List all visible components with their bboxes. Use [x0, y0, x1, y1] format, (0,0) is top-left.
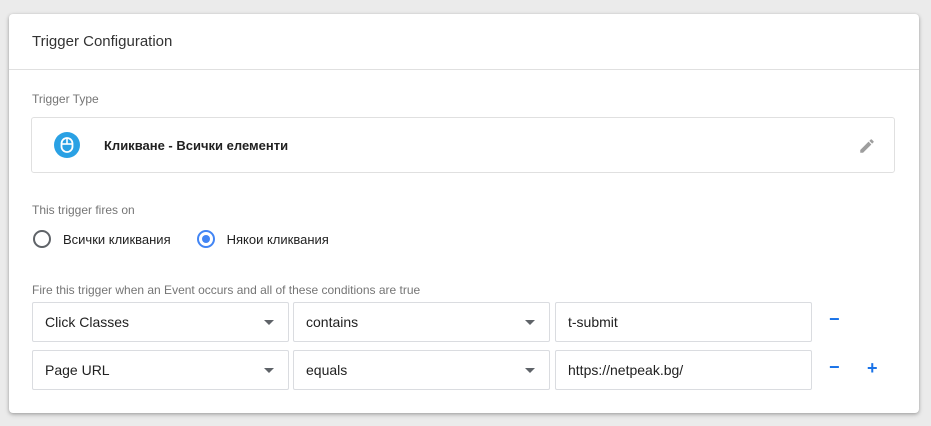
- fires-on-label: This trigger fires on: [32, 203, 135, 217]
- select-value: Click Classes: [45, 314, 130, 330]
- input-value: t-submit: [568, 314, 618, 330]
- radio-button[interactable]: [33, 230, 51, 248]
- mouse-icon: [54, 132, 80, 158]
- condition-value-input[interactable]: https://netpeak.bg/: [555, 350, 812, 390]
- pencil-icon[interactable]: [856, 135, 878, 157]
- radio-label: Някои кликвания: [226, 231, 329, 247]
- card-title: Trigger Configuration: [9, 14, 919, 70]
- chevron-down-icon: [525, 368, 535, 373]
- select-value: contains: [306, 314, 359, 330]
- radio-all-clicks[interactable]: Всички кликвания: [33, 230, 171, 248]
- condition-variable-select[interactable]: Click Classes: [32, 302, 289, 342]
- condition-variable-select[interactable]: Page URL: [32, 350, 289, 390]
- input-value: https://netpeak.bg/: [568, 362, 684, 378]
- fires-on-radio-group: Всички кликвания Някои кликвания: [33, 230, 329, 248]
- radio-label: Всички кликвания: [63, 231, 171, 247]
- trigger-type-label: Trigger Type: [32, 92, 99, 106]
- select-value: Page URL: [45, 362, 110, 378]
- conditions-label: Fire this trigger when an Event occurs a…: [32, 283, 421, 297]
- trigger-configuration-card: Trigger Configuration Trigger Type Кликв…: [9, 14, 919, 413]
- remove-condition-button[interactable]: −: [829, 358, 840, 376]
- radio-button[interactable]: [196, 230, 215, 248]
- chevron-down-icon: [264, 320, 274, 325]
- condition-value-input[interactable]: t-submit: [555, 302, 812, 342]
- trigger-type-selector[interactable]: Кликване - Всички елементи: [31, 117, 895, 173]
- condition-operator-select[interactable]: equals: [293, 350, 550, 390]
- condition-operator-select[interactable]: contains: [293, 302, 550, 342]
- chevron-down-icon: [264, 368, 274, 373]
- trigger-type-name: Кликване - Всички елементи: [104, 137, 289, 153]
- radio-some-clicks[interactable]: Някои кликвания: [196, 230, 329, 248]
- chevron-down-icon: [525, 320, 535, 325]
- select-value: equals: [306, 362, 348, 378]
- add-condition-button[interactable]: +: [867, 359, 878, 377]
- remove-condition-button[interactable]: −: [829, 310, 840, 328]
